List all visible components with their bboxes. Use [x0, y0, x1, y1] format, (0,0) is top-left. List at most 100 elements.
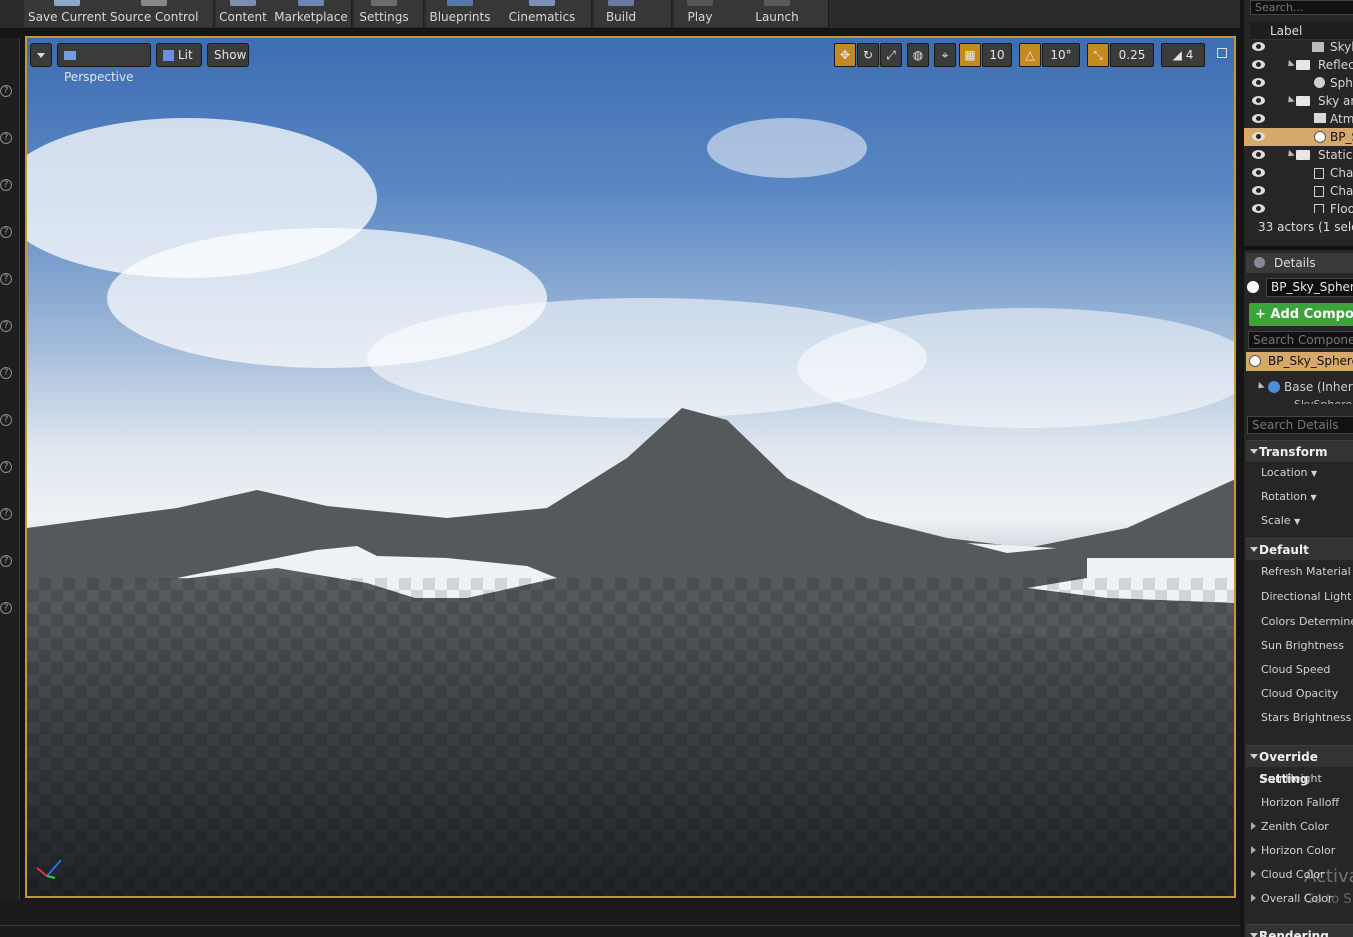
help-icon[interactable]: ?	[0, 414, 12, 426]
rotate-tool-button[interactable]: ↻	[857, 43, 879, 67]
expand-arrow-icon[interactable]	[1285, 95, 1295, 106]
rotation-dropdown[interactable]: Rotation ▼	[1261, 490, 1317, 503]
location-dropdown[interactable]: Location ▼	[1261, 466, 1317, 479]
cloud-opacity-property[interactable]: Cloud Opacity	[1261, 687, 1338, 700]
add-component-button[interactable]: + Add Compon	[1249, 303, 1353, 326]
sky-sphere-component-row[interactable]: SkySphereI	[1294, 396, 1353, 404]
toolbar-group-content: Content Marketplace	[216, 0, 352, 27]
cinematics-button[interactable]: Cinematics	[506, 0, 578, 27]
outliner-row[interactable]: Floo	[1244, 200, 1353, 213]
marketplace-button[interactable]: Marketplace	[272, 0, 350, 27]
scale-dropdown[interactable]: Scale ▼	[1261, 514, 1300, 527]
content-button[interactable]: Content	[218, 0, 268, 27]
world-local-button[interactable]: ◍	[907, 43, 929, 67]
expand-arrow-icon[interactable]	[1256, 381, 1265, 392]
expand-arrow-icon[interactable]	[1251, 894, 1256, 902]
viewport-options-button[interactable]	[30, 43, 52, 67]
sphere-reflection-icon	[1314, 77, 1325, 88]
outliner-row[interactable]: Cha	[1244, 164, 1353, 182]
angle-icon: △	[1025, 48, 1035, 62]
lit-button[interactable]: Lit	[156, 43, 202, 67]
help-icon[interactable]: ?	[0, 132, 12, 144]
directional-light-property[interactable]: Directional Light A	[1261, 590, 1353, 603]
component-root-row[interactable]: BP_Sky_Sphere(	[1246, 352, 1353, 371]
build-button[interactable]: Build	[596, 0, 646, 27]
help-icon[interactable]: ?	[0, 273, 12, 285]
refresh-material-property[interactable]: Refresh Material	[1261, 565, 1351, 578]
help-icon[interactable]: ?	[0, 367, 12, 379]
outliner-row-selected[interactable]: BP_S	[1244, 128, 1353, 146]
outliner-row[interactable]: Reflect	[1244, 56, 1353, 74]
help-icon[interactable]: ?	[0, 508, 12, 520]
outliner-row[interactable]: Atm	[1244, 110, 1353, 128]
launch-button[interactable]: Launch	[748, 0, 806, 27]
maximize-viewport-icon[interactable]	[1217, 48, 1227, 58]
scale-snap-toggle[interactable]: ⤡	[1087, 43, 1109, 67]
expand-arrow-icon[interactable]	[1285, 59, 1295, 70]
expand-arrow-icon[interactable]	[1251, 846, 1256, 854]
help-icon[interactable]: ?	[0, 320, 12, 332]
override-settings-section-header[interactable]: Override Setting	[1246, 745, 1353, 786]
outliner-row[interactable]: Sky an	[1244, 92, 1353, 110]
show-button[interactable]: Show	[207, 43, 249, 67]
rendering-section-header[interactable]: Rendering	[1246, 924, 1353, 937]
translate-tool-button[interactable]: ✥	[834, 43, 856, 67]
level-viewport[interactable]: Perspective Lit Show ✥ ↻ ⤢ ◍ ⌖ ▦ 10 △ 10…	[25, 36, 1236, 898]
blueprint-icon	[447, 0, 473, 6]
outliner-search-input[interactable]: Search...	[1250, 0, 1353, 15]
base-component-row[interactable]: Base (Inherit	[1256, 378, 1353, 396]
help-icon[interactable]: ?	[0, 179, 12, 191]
visibility-eye-icon[interactable]	[1252, 114, 1265, 123]
save-current-button[interactable]: Save Current	[28, 0, 106, 27]
help-icon[interactable]: ?	[0, 555, 12, 567]
rotation-snap-toggle[interactable]: △	[1019, 43, 1041, 67]
rotation-snap-value[interactable]: 10°	[1042, 43, 1080, 67]
toolbar-group-blueprints: Blueprints Cinematics	[426, 0, 592, 27]
details-tab[interactable]: Details	[1246, 253, 1353, 273]
visibility-eye-icon[interactable]	[1252, 60, 1265, 69]
colors-determined-property[interactable]: Colors Determined	[1261, 615, 1353, 628]
visibility-eye-icon[interactable]	[1252, 78, 1265, 87]
blueprints-button[interactable]: Blueprints	[428, 0, 492, 27]
camera-speed-button[interactable]: ◢ 4	[1161, 43, 1205, 67]
scale-tool-button[interactable]: ⤢	[880, 43, 902, 67]
search-details-input[interactable]: Search Details	[1247, 416, 1353, 434]
transform-section-header[interactable]: Transform	[1246, 440, 1353, 462]
zenith-color-property[interactable]: Zenith Color	[1261, 820, 1329, 833]
visibility-eye-icon[interactable]	[1252, 150, 1265, 159]
expand-arrow-icon[interactable]	[1285, 149, 1295, 160]
help-icon[interactable]: ?	[0, 85, 12, 97]
source-control-button[interactable]: Source Control	[110, 0, 198, 27]
outliner-row[interactable]: Skyl	[1244, 38, 1353, 56]
visibility-eye-icon[interactable]	[1252, 168, 1265, 177]
cloud-speed-property[interactable]: Cloud Speed	[1261, 663, 1330, 676]
visibility-eye-icon[interactable]	[1252, 42, 1265, 51]
play-button[interactable]: Play	[678, 0, 722, 27]
outliner-row[interactable]: Static	[1244, 146, 1353, 164]
surface-snap-button[interactable]: ⌖	[934, 43, 956, 67]
actor-name-field[interactable]: BP_Sky_Sphere	[1266, 278, 1353, 297]
stars-brightness-property[interactable]: Stars Brightness	[1261, 711, 1351, 724]
outliner-row[interactable]: Sphe	[1244, 74, 1353, 92]
grid-snap-value[interactable]: 10	[982, 43, 1012, 67]
horizon-color-property[interactable]: Horizon Color	[1261, 844, 1335, 857]
help-icon[interactable]: ?	[0, 226, 12, 238]
settings-button[interactable]: Settings	[356, 0, 412, 27]
outliner-row[interactable]: Cha	[1244, 182, 1353, 200]
sun-height-property[interactable]: Sun Height	[1261, 772, 1322, 785]
expand-arrow-icon[interactable]	[1251, 822, 1256, 830]
horizon-falloff-property[interactable]: Horizon Falloff	[1261, 796, 1339, 809]
help-icon[interactable]: ?	[0, 461, 12, 473]
visibility-eye-icon[interactable]	[1252, 132, 1265, 141]
scale-snap-value[interactable]: 0.25	[1110, 43, 1154, 67]
visibility-eye-icon[interactable]	[1252, 96, 1265, 105]
search-components-input[interactable]: Search Component	[1248, 331, 1353, 349]
sun-brightness-property[interactable]: Sun Brightness	[1261, 639, 1344, 652]
grid-snap-toggle[interactable]: ▦	[959, 43, 981, 67]
perspective-button[interactable]: Perspective	[57, 43, 151, 84]
visibility-eye-icon[interactable]	[1252, 186, 1265, 195]
expand-arrow-icon[interactable]	[1251, 870, 1256, 878]
help-icon[interactable]: ?	[0, 602, 12, 614]
default-section-header[interactable]: Default	[1246, 538, 1353, 560]
visibility-eye-icon[interactable]	[1252, 204, 1265, 213]
